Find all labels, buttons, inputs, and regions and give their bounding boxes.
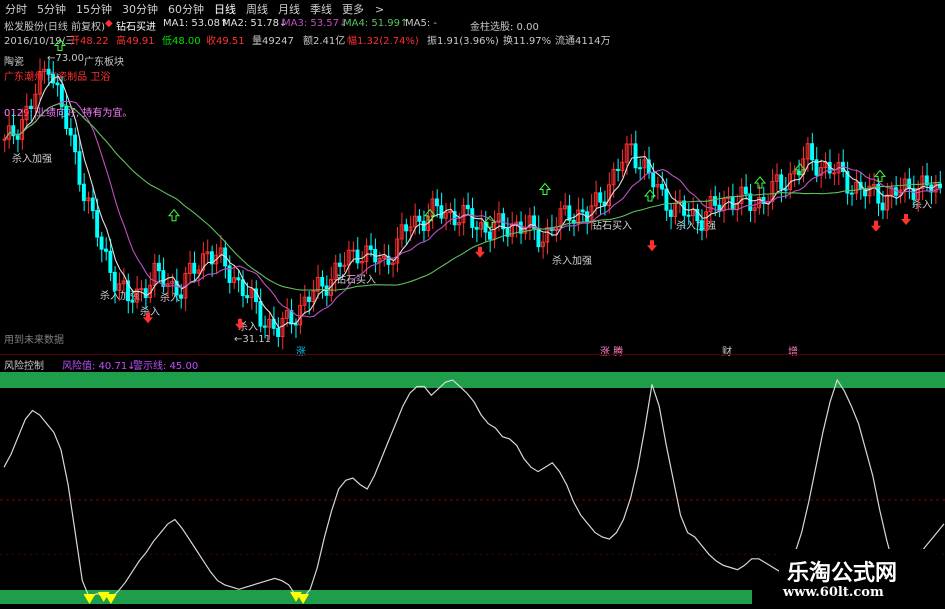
risk-upper-band — [0, 372, 945, 388]
watermark-url: www.60lt.com — [783, 585, 884, 600]
watermark-title: 乐淘公式网 — [787, 560, 898, 586]
site-watermark: 乐淘公式网 www.60lt.com — [779, 549, 937, 607]
risk-pane[interactable] — [0, 0, 945, 609]
